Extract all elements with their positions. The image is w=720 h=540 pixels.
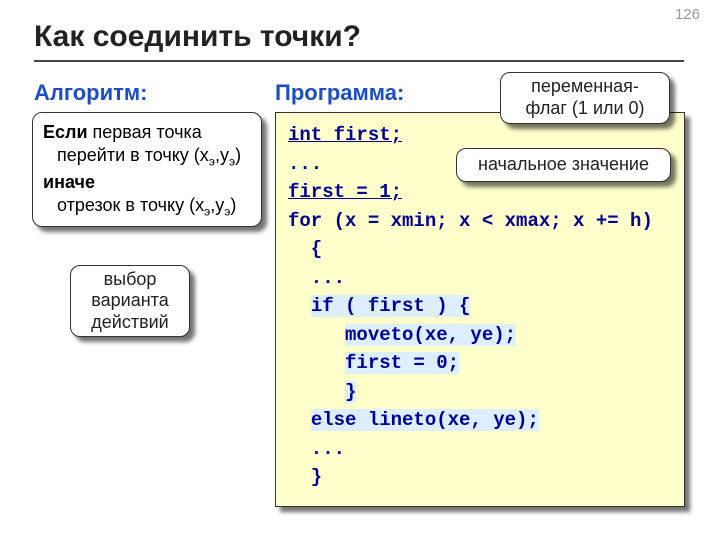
code-l3: first = 1;	[288, 181, 402, 203]
if-keyword: Если	[43, 122, 93, 142]
algo-line-2: перейти в точку (xэ,yэ)	[43, 144, 251, 170]
then-part2: ,y	[215, 145, 229, 165]
else-part3: )	[230, 195, 236, 215]
code-l12: ...	[288, 438, 345, 460]
code-l9b: first = 0;	[345, 352, 459, 374]
algorithm-label: Алгоритм:	[34, 80, 148, 106]
init-callout-text: начальное значение	[478, 154, 649, 176]
flag-callout-text: переменная-флаг (1 или 0)	[511, 76, 659, 119]
page-title: Как соединить точки?	[34, 20, 361, 54]
then-part3: )	[235, 145, 241, 165]
code-l2: ...	[288, 153, 322, 175]
then-part1: перейти в точку (x	[57, 145, 209, 165]
program-label: Программа:	[275, 80, 404, 106]
flag-callout: переменная-флаг (1 или 0)	[500, 72, 670, 124]
title-rule	[34, 60, 684, 62]
code-l11b: else lineto(xe, ye);	[311, 409, 539, 431]
choice-callout: выбор варианта действий	[70, 265, 190, 337]
code-l9a	[288, 352, 345, 374]
code-l11a	[288, 409, 311, 431]
choice-callout-text: выбор варианта действий	[81, 269, 179, 334]
code-l10b: }	[345, 381, 356, 403]
else-part2: ,y	[210, 195, 224, 215]
code-l6: ...	[288, 267, 345, 289]
if-text: первая точка	[93, 122, 202, 142]
else-part1: отрезок в точку (x	[57, 195, 204, 215]
code-l1: int first;	[288, 124, 402, 146]
code-l10a	[288, 381, 345, 403]
code-l7a	[288, 295, 311, 317]
page-number: 126	[675, 6, 700, 23]
code-l13: }	[288, 466, 322, 488]
code-l8b: moveto(xe, ye);	[345, 324, 516, 346]
algo-line-1: Если первая точка	[43, 121, 251, 144]
algorithm-box: Если первая точка перейти в точку (xэ,yэ…	[32, 112, 262, 227]
init-callout: начальное значение	[456, 148, 671, 182]
algo-line-4: отрезок в точку (xэ,yэ)	[43, 194, 251, 220]
code-l4: for (x = xmin; x < xmax; x += h)	[288, 210, 653, 232]
code-l5: {	[288, 238, 322, 260]
else-keyword: иначе	[43, 171, 251, 194]
code-l8a	[288, 324, 345, 346]
code-l7b: if ( first ) {	[311, 295, 471, 317]
